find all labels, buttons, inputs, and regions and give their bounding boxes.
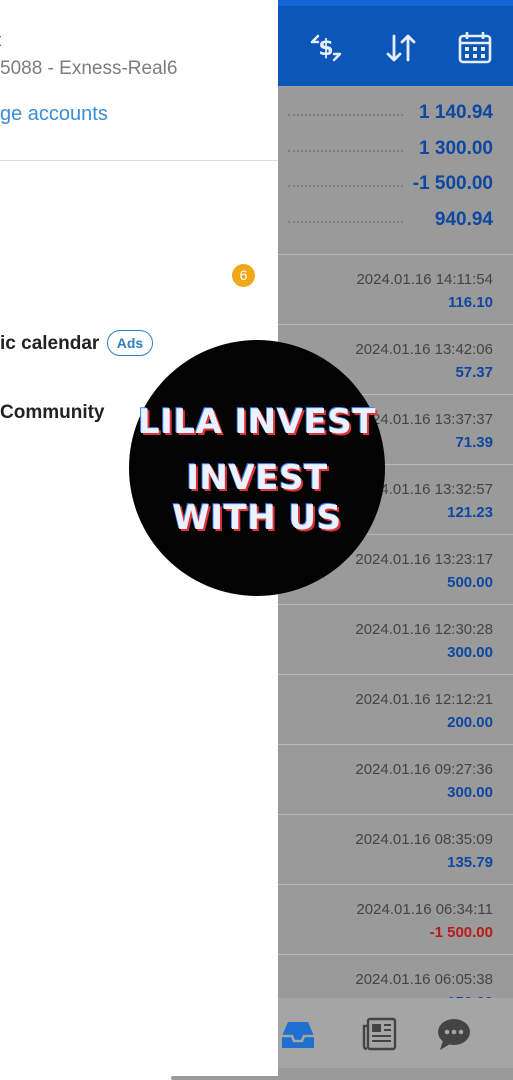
deal-time: 2024.01.16 12:30:28 — [355, 621, 493, 638]
deal-amount: 300.00 — [447, 784, 493, 801]
account-server: 5088 - Exness-Real6 — [0, 58, 178, 79]
calendar-icon[interactable] — [455, 28, 495, 68]
menu-item-community[interactable]: Community — [0, 402, 105, 424]
bottom-navigation — [278, 998, 513, 1068]
news-icon[interactable] — [360, 1014, 400, 1054]
summary-row: -1 500.00 — [278, 167, 513, 203]
deal-amount: -1 500.00 — [429, 924, 493, 941]
deal-time: 2024.01.16 12:12:21 — [355, 691, 493, 708]
summary-rows: 1 140.94 1 300.00 -1 500.00 940.94 — [278, 96, 513, 238]
divider — [0, 160, 278, 161]
summary-row: 1 300.00 — [278, 132, 513, 168]
list-item[interactable]: 2024.01.16 08:35:09 135.79 — [278, 814, 513, 884]
watermark-line: LILA INVEST — [138, 402, 376, 442]
dollar-exchange-icon[interactable]: $ — [306, 28, 346, 68]
summary-value: 1 300.00 — [419, 137, 493, 159]
list-item[interactable]: 2024.01.16 12:12:21 200.00 — [278, 674, 513, 744]
deal-time: 2024.01.16 14:11:54 — [356, 271, 493, 288]
summary-row: 940.94 — [278, 203, 513, 239]
menu-item-economic-calendar[interactable]: ic calendar — [0, 333, 99, 355]
list-item[interactable]: 2024.01.16 14:11:54 116.10 — [278, 254, 513, 324]
deal-amount: 116.10 — [447, 294, 493, 311]
list-item[interactable]: 2024.01.16 12:30:28 300.00 — [278, 604, 513, 674]
deal-time: 2024.01.16 06:34:11 — [356, 901, 493, 918]
sort-arrows-icon[interactable] — [381, 28, 421, 68]
deal-time: 2024.01.16 13:23:17 — [355, 551, 493, 568]
summary-value: 1 140.94 — [419, 102, 493, 123]
list-item[interactable]: 2024.01.16 09:27:36 300.00 — [278, 744, 513, 814]
deal-amount: 200.00 — [447, 714, 493, 731]
inbox-icon[interactable] — [278, 1014, 318, 1054]
deal-time: 2024.01.16 09:27:36 — [355, 761, 493, 778]
account-name: t — [0, 30, 1, 51]
list-item[interactable]: 2024.01.16 06:34:11 -1 500.00 — [278, 884, 513, 954]
deal-amount: 500.00 — [447, 574, 493, 591]
svg-text:$: $ — [318, 36, 333, 61]
deal-amount: 121.23 — [447, 504, 493, 521]
home-indicator[interactable] — [171, 1076, 341, 1080]
summary-row: 1 140.94 — [278, 96, 513, 132]
deal-amount: 300.00 — [447, 644, 493, 661]
summary-value: 940.94 — [434, 208, 493, 230]
notification-badge: 6 — [232, 264, 255, 287]
deal-amount: 57.37 — [455, 364, 493, 381]
deal-time: 2024.01.16 13:42:06 — [355, 341, 493, 358]
watermark-logo: LILA INVEST INVEST WITH US — [129, 340, 385, 596]
watermark-line: INVEST WITH US — [172, 458, 342, 538]
top-toolbar: $ — [278, 0, 513, 86]
deal-time: 2024.01.16 08:35:09 — [355, 831, 493, 848]
summary-value: -1 500.00 — [412, 173, 493, 194]
deal-amount: 71.39 — [455, 434, 493, 451]
deal-time: 2024.01.16 06:05:38 — [355, 971, 493, 988]
deal-amount: 135.79 — [447, 854, 493, 871]
manage-accounts-link[interactable]: ge accounts — [0, 103, 108, 126]
ads-badge: Ads — [107, 330, 153, 356]
chat-icon[interactable] — [434, 1014, 474, 1054]
